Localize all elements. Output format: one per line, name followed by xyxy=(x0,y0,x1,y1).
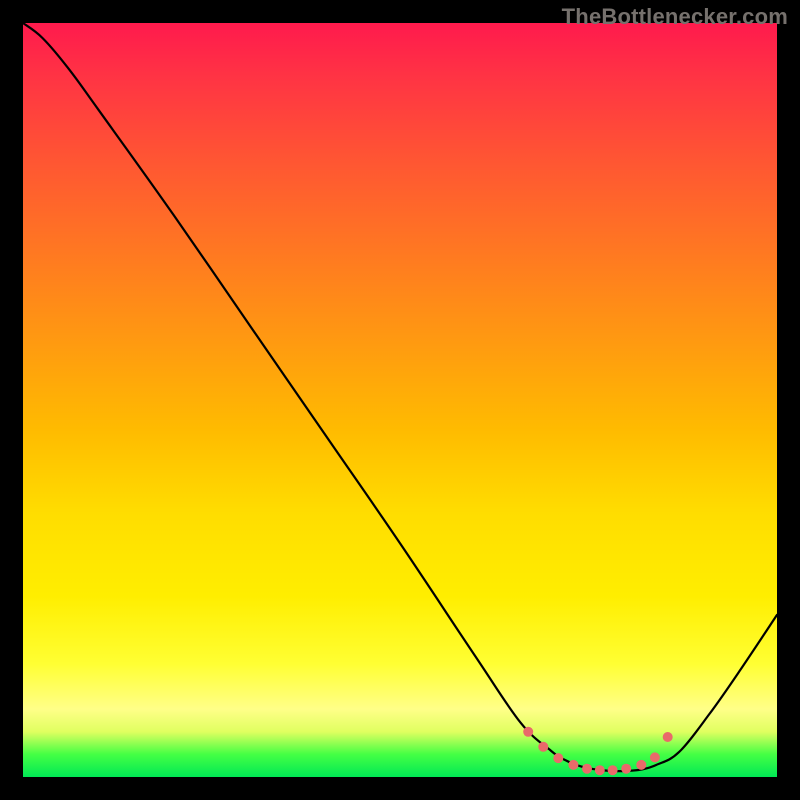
chart-container: TheBottlenecker.com xyxy=(0,0,800,800)
curve-dot xyxy=(621,764,631,774)
chart-svg xyxy=(23,23,777,777)
curve-dot xyxy=(553,753,563,763)
curve-dot xyxy=(636,760,646,770)
watermark-text: TheBottlenecker.com xyxy=(562,4,788,30)
bottleneck-curve xyxy=(23,23,777,771)
curve-dot xyxy=(523,727,533,737)
curve-dot xyxy=(663,732,673,742)
curve-dot xyxy=(608,765,618,775)
curve-dot xyxy=(568,760,578,770)
curve-dot xyxy=(650,752,660,762)
plot-area xyxy=(23,23,777,777)
curve-dot xyxy=(595,765,605,775)
curve-dot xyxy=(538,742,548,752)
curve-dot xyxy=(582,764,592,774)
